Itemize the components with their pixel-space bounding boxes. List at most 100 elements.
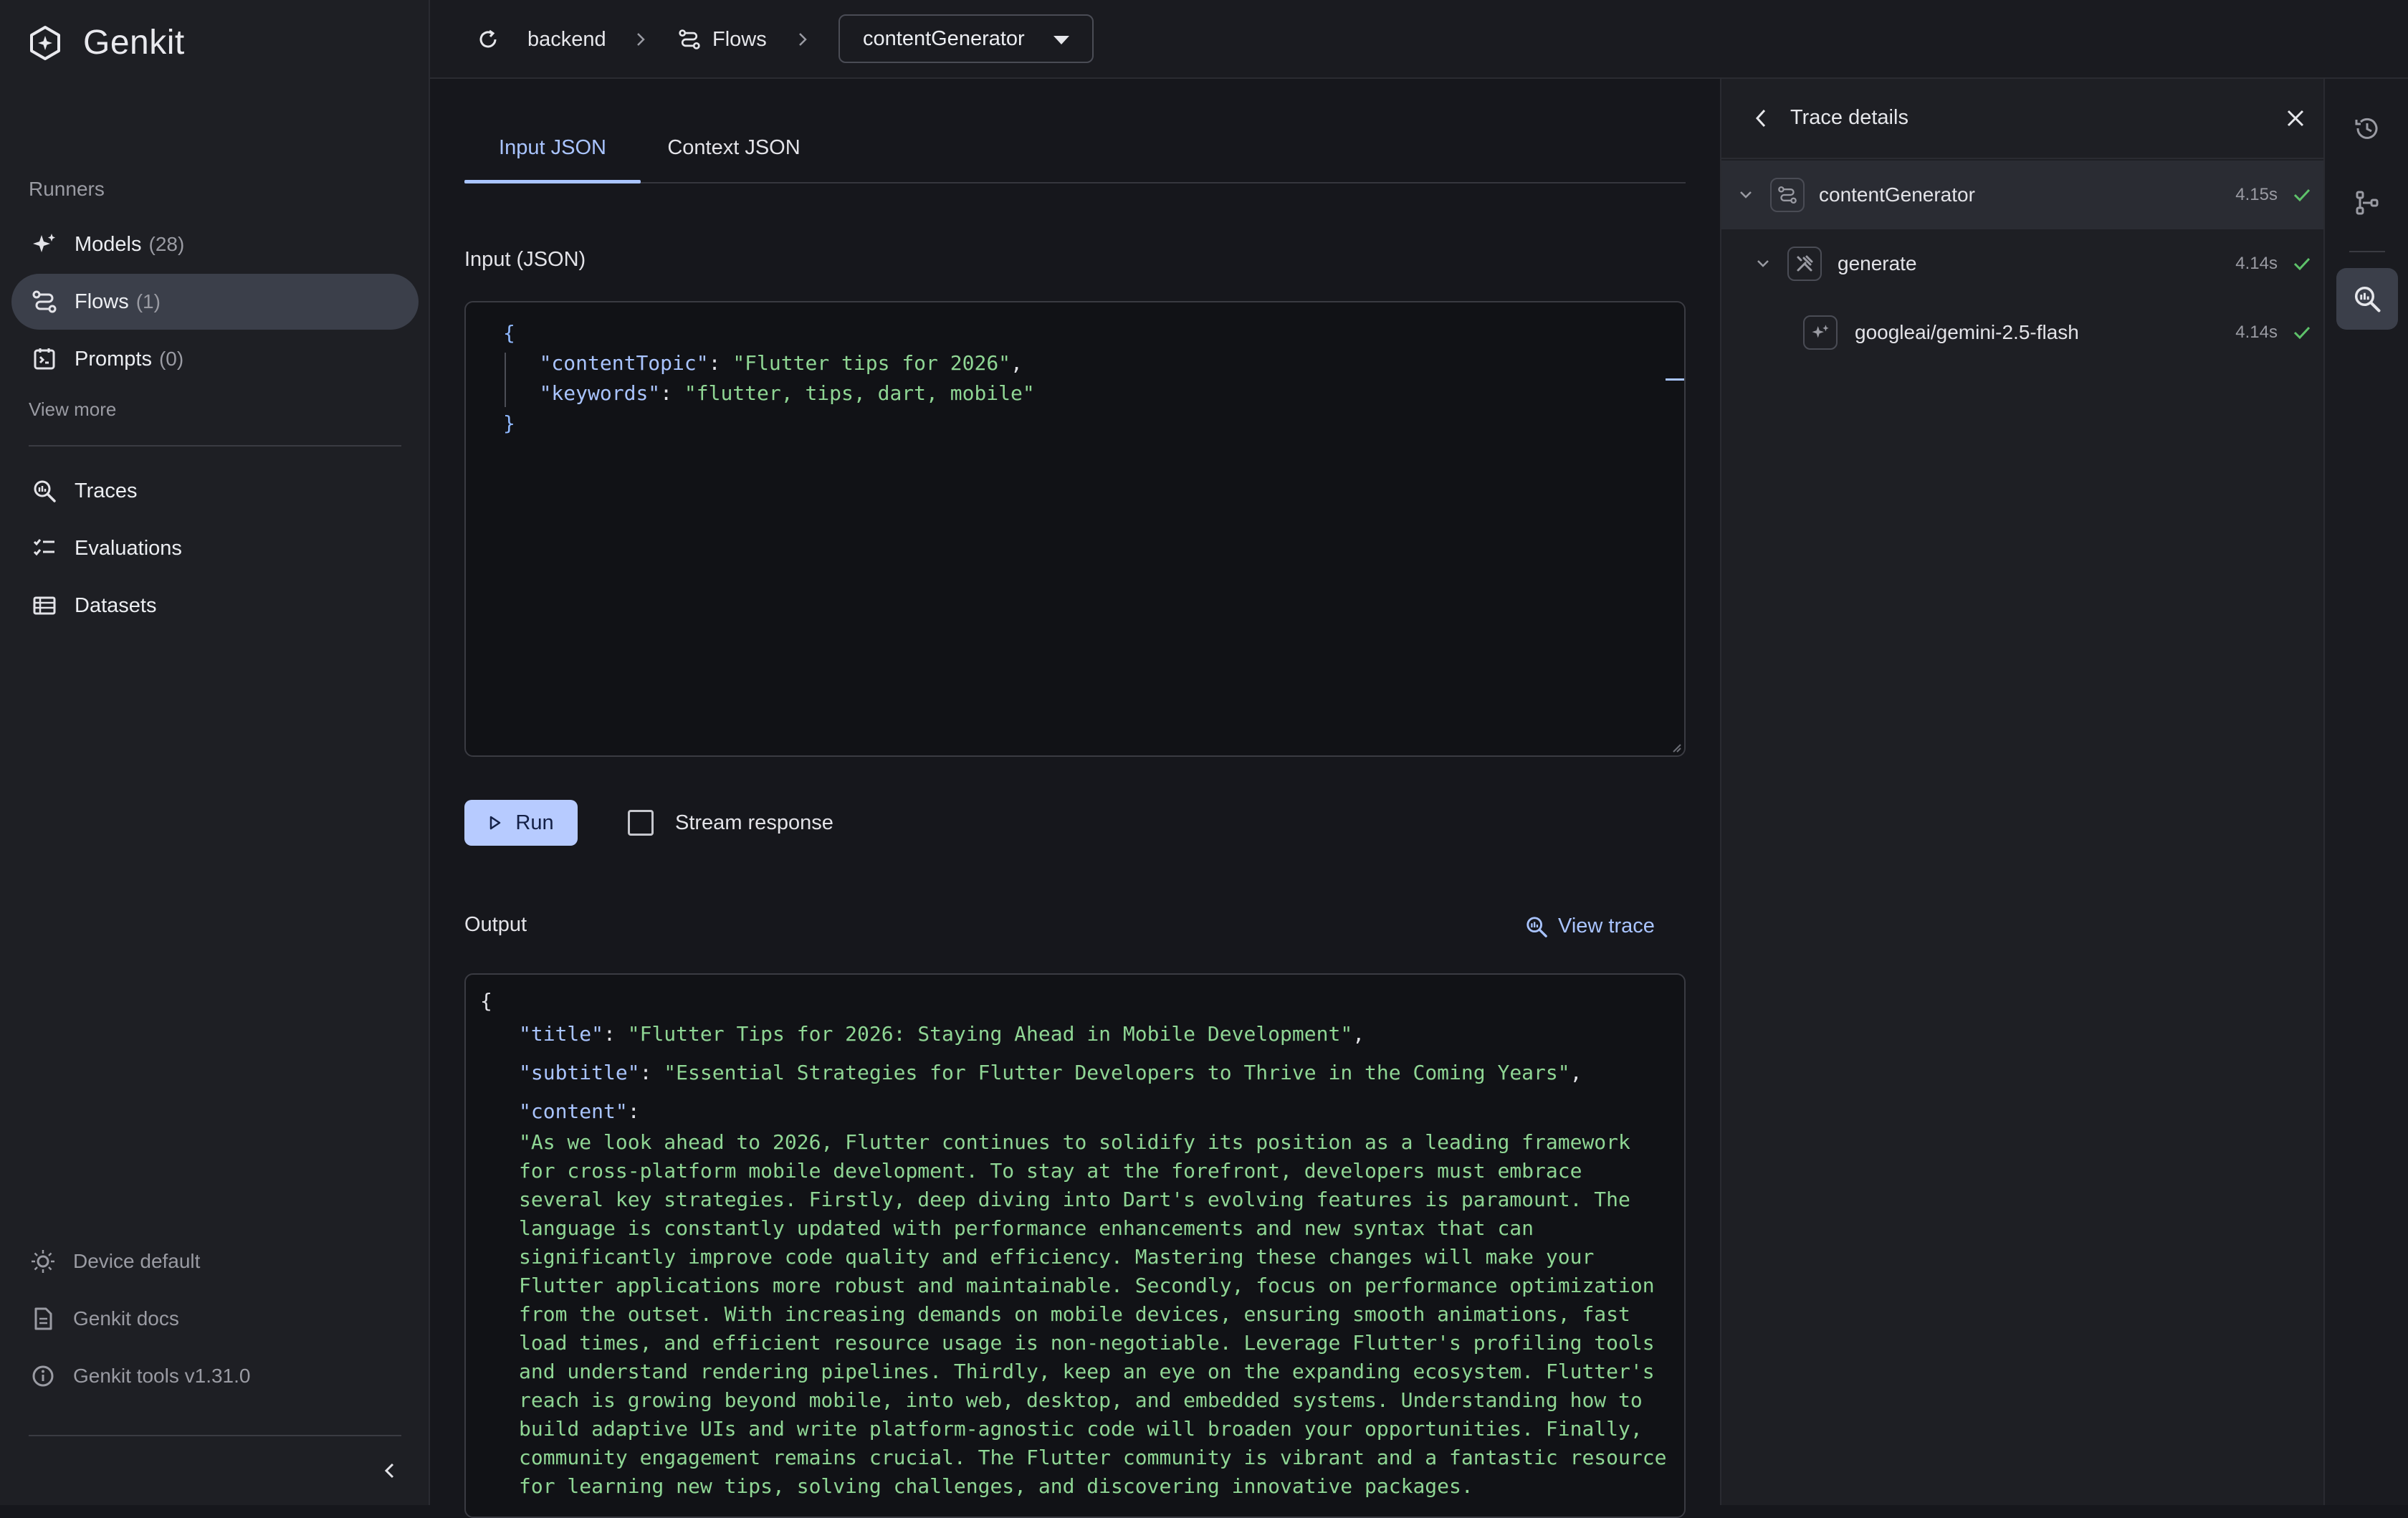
output-content-key: "content": <box>519 1099 640 1123</box>
sparkle-icon <box>1803 315 1838 350</box>
breadcrumb-flows[interactable]: Flows <box>678 0 767 79</box>
span-name: googleai/gemini-2.5-flash <box>1855 321 2079 343</box>
sidebar-item-evaluations[interactable]: Evaluations <box>11 520 419 576</box>
info-icon <box>29 1362 57 1390</box>
top-bar: backend Flows contentGenerator <box>430 0 2408 79</box>
tab-input-json[interactable]: Input JSON <box>464 136 641 183</box>
breadcrumb-separator <box>796 0 810 79</box>
trace-span-row[interactable]: generate 4.14s <box>1721 229 2323 298</box>
check-icon <box>2292 324 2312 341</box>
stream-response-checkbox[interactable] <box>628 810 654 836</box>
view-more-link[interactable]: View more <box>29 398 116 421</box>
docs-label: Genkit docs <box>73 1307 179 1330</box>
sidebar-item-label: Prompts <box>75 347 152 371</box>
editor-scroll-marker <box>1666 378 1684 381</box>
view-trace-label: View trace <box>1558 915 1655 937</box>
chevron-right-icon <box>796 31 810 48</box>
breadcrumb-backend[interactable]: backend <box>527 0 606 79</box>
chevron-down-icon[interactable] <box>1737 186 1754 204</box>
sidebar-item-label: Traces <box>75 479 138 502</box>
chevron-left-icon <box>1750 106 1772 130</box>
active-tab-indicator <box>464 180 641 183</box>
chevron-right-icon <box>634 31 648 48</box>
sidebar-item-datasets[interactable]: Datasets <box>11 578 419 634</box>
sidebar-item-models[interactable]: Models (28) <box>11 216 419 272</box>
genkit-logo-icon <box>27 25 63 61</box>
sidebar-item-count: (0) <box>158 348 184 370</box>
sidebar-item-label: Flows <box>75 290 129 313</box>
theme-icon <box>29 1247 57 1276</box>
rail-divider <box>2349 251 2385 252</box>
view-trace-button[interactable]: View trace <box>1525 915 1655 938</box>
chevron-down-icon[interactable] <box>1754 255 1772 272</box>
theme-label: Device default <box>73 1250 201 1272</box>
span-name: generate <box>1838 252 1917 275</box>
flow-icon <box>678 28 701 51</box>
sidebar-divider <box>29 445 401 447</box>
right-rail <box>2323 79 2408 1505</box>
sidebar: Genkit Runners Models (28) Flows (1) Pro… <box>0 0 430 1505</box>
resize-handle-icon[interactable] <box>1670 741 1681 753</box>
sidebar-footer-divider <box>29 1435 401 1436</box>
theme-toggle[interactable]: Device default <box>29 1247 200 1276</box>
sidebar-item-traces[interactable]: Traces <box>11 463 419 519</box>
close-icon <box>2283 106 2308 130</box>
tools-icon <box>1787 247 1822 281</box>
flow-icon <box>30 287 59 316</box>
flow-select-value: contentGenerator <box>863 27 1025 50</box>
graph-icon <box>2353 188 2381 217</box>
sparkle-icon <box>30 230 59 259</box>
prompt-icon <box>30 345 59 373</box>
refresh-icon <box>477 29 499 50</box>
flow-select-dropdown[interactable]: contentGenerator <box>838 14 1094 63</box>
trace-span-row[interactable]: contentGenerator 4.15s <box>1721 161 2323 229</box>
run-button[interactable]: Run <box>464 800 578 846</box>
sidebar-item-label: Datasets <box>75 593 157 617</box>
tab-context-json[interactable]: Context JSON <box>641 136 827 183</box>
span-duration: 4.15s <box>2235 185 2278 204</box>
app-name: Genkit <box>83 24 185 62</box>
version-label: Genkit tools v1.31.0 <box>73 1365 251 1387</box>
output-title-line: "title": "Flutter Tips for 2026: Staying… <box>519 1022 1365 1046</box>
tabs-underline <box>464 182 1686 183</box>
app-logo[interactable]: Genkit <box>27 23 185 62</box>
span-name: contentGenerator <box>1819 183 1975 206</box>
trace-details-panel: Trace details contentGenerator 4.15s gen… <box>1720 79 2323 1505</box>
sidebar-item-flows[interactable]: Flows (1) <box>11 274 419 330</box>
input-json-editor[interactable]: { "contentTopic": "Flutter tips for 2026… <box>464 301 1686 757</box>
output-subtitle-line: "subtitle": "Essential Strategies for Fl… <box>519 1061 1582 1084</box>
tools-version[interactable]: Genkit tools v1.31.0 <box>29 1362 250 1390</box>
docs-link[interactable]: Genkit docs <box>29 1304 179 1333</box>
runners-section-label: Runners <box>29 178 105 200</box>
trace-panel-header: Trace details <box>1721 79 2323 159</box>
history-button[interactable] <box>2336 97 2398 159</box>
trace-details-button[interactable] <box>2336 268 2398 330</box>
output-viewer[interactable]: { "title": "Flutter Tips for 2026: Stayi… <box>464 973 1686 1518</box>
trace-span-row[interactable]: googleai/gemini-2.5-flash 4.14s <box>1721 298 2323 367</box>
sidebar-item-label: Evaluations <box>75 536 182 560</box>
sidebar-item-label: Models <box>75 232 142 256</box>
output-brace: { <box>480 989 492 1013</box>
chevron-left-icon <box>381 1462 398 1479</box>
input-json-label: Input (JSON) <box>464 248 586 271</box>
trace-search-icon <box>2353 285 2381 313</box>
play-icon <box>488 815 502 831</box>
collapse-sidebar-button[interactable] <box>376 1456 404 1485</box>
trace-search-icon <box>30 477 59 505</box>
trace-panel-title: Trace details <box>1790 106 1908 129</box>
trace-back-button[interactable] <box>1750 106 1772 130</box>
span-duration: 4.14s <box>2235 323 2278 342</box>
checklist-icon <box>30 534 59 563</box>
graph-view-button[interactable] <box>2336 172 2398 234</box>
breadcrumb-separator <box>634 0 648 79</box>
stream-response-label[interactable]: Stream response <box>675 811 833 835</box>
dropdown-arrow-icon <box>1054 36 1069 44</box>
check-icon <box>2292 186 2312 204</box>
refresh-button[interactable] <box>477 0 499 79</box>
trace-close-button[interactable] <box>2283 106 2308 130</box>
flow-icon <box>1770 178 1805 212</box>
sidebar-item-prompts[interactable]: Prompts (0) <box>11 331 419 387</box>
run-label: Run <box>515 811 554 834</box>
sidebar-item-count: (1) <box>135 290 161 312</box>
breadcrumb-label: Flows <box>712 27 767 51</box>
